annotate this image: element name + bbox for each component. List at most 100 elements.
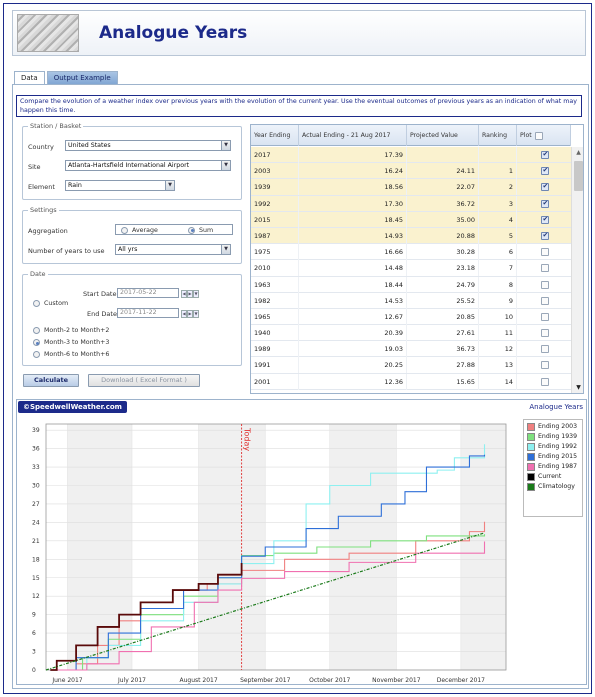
- table-row[interactable]: 1991 20.25 27.88 13: [251, 357, 571, 374]
- y-tick-label: 9: [32, 612, 36, 619]
- cell-ranking: 12: [479, 341, 517, 358]
- legend-swatch: [527, 423, 535, 431]
- table-row[interactable]: 2015 18.45 35.00 4: [251, 211, 571, 228]
- years-select[interactable]: All yrs ▼: [115, 244, 231, 255]
- cell-actual: 17.30: [299, 195, 407, 212]
- plot-checkbox[interactable]: [541, 166, 549, 176]
- app-header: Analogue Years: [12, 10, 586, 56]
- cell-ranking: 1: [479, 163, 517, 180]
- table-row[interactable]: 2017 17.39: [251, 147, 571, 164]
- header-projected-value[interactable]: Projected Value: [407, 125, 479, 146]
- table-row[interactable]: 1987 14.93 20.88 5: [251, 227, 571, 245]
- table-row[interactable]: 2010 14.48 23.18 7: [251, 260, 571, 277]
- date-legend: Date: [28, 270, 48, 278]
- legend-swatch: [527, 453, 535, 461]
- country-select[interactable]: United States ▼: [65, 140, 231, 151]
- header-plot-label: Plot: [520, 132, 532, 139]
- plot-checkbox[interactable]: [541, 248, 549, 257]
- plot-checkbox[interactable]: [541, 377, 549, 386]
- cell-year: 1965: [251, 308, 299, 325]
- plot-checkbox[interactable]: [541, 361, 549, 370]
- custom-date-label: Custom: [44, 300, 69, 307]
- plot-checkbox[interactable]: [541, 215, 549, 224]
- legend-swatch: [527, 473, 535, 481]
- cell-actual: 14.48: [299, 260, 407, 277]
- cell-ranking: 11: [479, 325, 517, 342]
- end-date-spinner[interactable]: ◀ ▶ ▼: [181, 309, 201, 318]
- month6-radio[interactable]: [33, 351, 40, 358]
- scroll-thumb[interactable]: [574, 161, 583, 191]
- custom-date-radio[interactable]: [33, 300, 40, 307]
- plot-checkbox[interactable]: [541, 296, 549, 305]
- country-value: United States: [68, 142, 111, 149]
- cell-ranking: 5: [479, 227, 517, 244]
- site-select[interactable]: Atlanta-Hartsfield International Airport…: [65, 160, 231, 171]
- chevron-down-icon: ▼: [221, 141, 230, 150]
- legend-swatch: [527, 443, 535, 451]
- element-select[interactable]: Rain ▼: [65, 180, 175, 191]
- legend-label: Climatology: [538, 483, 575, 490]
- table-scrollbar[interactable]: ▲ ▼: [571, 147, 583, 393]
- start-date-spinner[interactable]: ◀ ▶ ▼: [181, 289, 201, 298]
- calculate-button[interactable]: Calculate: [23, 374, 79, 387]
- tab-output-example[interactable]: Output Example: [46, 71, 118, 85]
- plot-all-checkbox[interactable]: [534, 131, 543, 140]
- header-ranking[interactable]: Ranking: [479, 125, 517, 146]
- cell-ranking: 4: [479, 211, 517, 228]
- legend-item: Climatology: [527, 482, 579, 492]
- table-row[interactable]: 1940 20.39 27.61 11: [251, 325, 571, 342]
- cell-ranking: 9: [479, 292, 517, 309]
- cell-actual: 12.36: [299, 373, 407, 390]
- cell-year: 1982: [251, 292, 299, 309]
- x-tick-label: November 2017: [372, 677, 421, 684]
- download-excel-button[interactable]: Download ( Excel Format ): [88, 374, 200, 387]
- plot-checkbox[interactable]: [541, 280, 549, 289]
- cell-ranking: [479, 147, 517, 163]
- tab-data[interactable]: Data: [14, 71, 45, 85]
- plot-checkbox[interactable]: [541, 264, 549, 273]
- table-row[interactable]: 2003 16.24 24.11 1: [251, 163, 571, 180]
- end-date-input[interactable]: 2017-11-22: [117, 308, 179, 318]
- cell-projected: 36.73: [407, 341, 479, 358]
- cell-actual: 12.67: [299, 308, 407, 325]
- cell-year: 1939: [251, 179, 299, 196]
- table-row[interactable]: 1982 14.53 25.52 9: [251, 292, 571, 309]
- aggregation-sum-radio[interactable]: [188, 226, 195, 234]
- plot-checkbox[interactable]: [541, 199, 549, 208]
- table-row[interactable]: 1939 18.56 22.07 2: [251, 179, 571, 196]
- legend-item: Ending 1987: [527, 462, 579, 472]
- cell-year: 1991: [251, 357, 299, 374]
- scroll-up-icon[interactable]: ▲: [574, 149, 583, 157]
- table-row[interactable]: 1965 12.67 20.85 10: [251, 308, 571, 326]
- y-tick-label: 21: [32, 538, 40, 545]
- x-tick-label: October 2017: [309, 677, 350, 684]
- month2-radio[interactable]: [33, 327, 40, 334]
- table-row[interactable]: 2001 12.36 15.65 14: [251, 373, 571, 390]
- aggregation-average-radio[interactable]: [121, 226, 128, 234]
- table-row[interactable]: 1975 16.66 30.28 6: [251, 244, 571, 261]
- y-tick-label: 39: [32, 427, 40, 434]
- month3-radio[interactable]: [33, 339, 40, 346]
- plot-checkbox[interactable]: [541, 329, 549, 338]
- start-date-input[interactable]: 2017-05-22: [117, 288, 179, 298]
- scroll-down-icon[interactable]: ▼: [574, 384, 583, 392]
- cell-projected: 20.88: [407, 227, 479, 244]
- cell-projected: 27.88: [407, 357, 479, 374]
- plot-checkbox[interactable]: [541, 231, 549, 240]
- plot-checkbox[interactable]: [541, 345, 549, 354]
- header-actual-ending[interactable]: Actual Ending - 21 Aug 2017: [299, 125, 407, 146]
- plot-checkbox[interactable]: [541, 182, 549, 192]
- settings-group: Settings Aggregation Average Sum Number …: [22, 206, 242, 264]
- header-year-ending[interactable]: Year Ending: [251, 125, 299, 146]
- cell-actual: 16.66: [299, 244, 407, 261]
- table-row[interactable]: 1963 18.44 24.79 8: [251, 276, 571, 293]
- element-value: Rain: [68, 182, 82, 189]
- table-row[interactable]: 1989 19.03 36.73 12: [251, 341, 571, 358]
- plot-checkbox[interactable]: [541, 312, 549, 321]
- month3-label: Month-3 to Month+3: [44, 339, 110, 346]
- end-date-label: End Date: [87, 310, 117, 318]
- plot-checkbox[interactable]: [541, 150, 549, 159]
- x-tick-label: September 2017: [240, 677, 291, 684]
- y-tick-label: 33: [32, 464, 40, 471]
- table-row[interactable]: 1992 17.30 36.72 3: [251, 195, 571, 212]
